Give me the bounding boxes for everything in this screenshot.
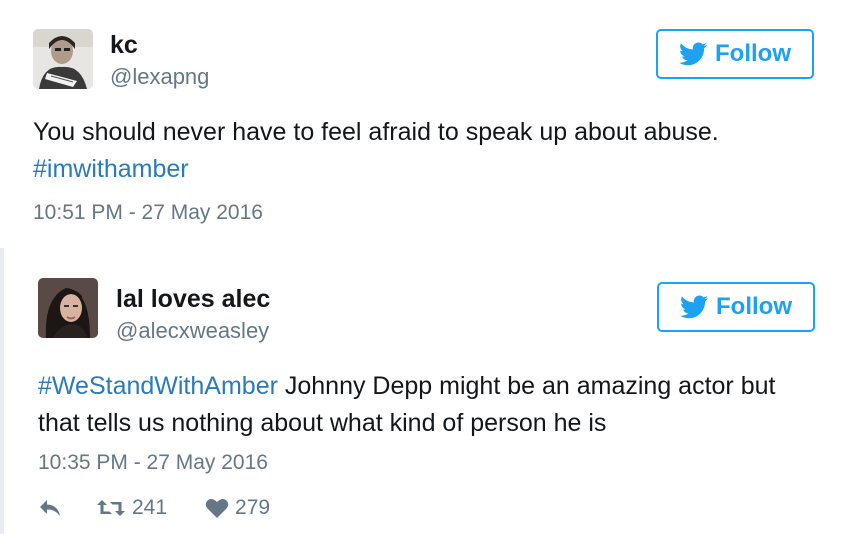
timestamp-link[interactable]: 10:35 PM - 27 May 2016 (38, 451, 268, 475)
heart-icon (205, 499, 229, 518)
like-count: 279 (235, 496, 271, 519)
avatar-photo (38, 278, 98, 338)
hashtag-link[interactable]: #imwithamber (33, 155, 189, 183)
display-name[interactable]: lal loves alec (116, 285, 270, 313)
tweet-embed: kc @lexapng Follow You should never have… (0, 0, 847, 248)
tweet-text-body: You should never have to feel afraid to … (33, 118, 719, 146)
follow-label: Follow (716, 293, 792, 320)
retweet-button[interactable]: 241 (96, 496, 167, 520)
follow-button[interactable]: Follow (657, 282, 815, 332)
user-handle[interactable]: @alecxweasley (116, 318, 269, 344)
avatar[interactable] (38, 278, 98, 338)
twitter-bird-icon (680, 295, 708, 319)
avatar-photo (33, 29, 93, 89)
like-button[interactable]: 279 (205, 496, 270, 520)
hashtag-link[interactable]: #WeStandWithAmber (38, 372, 278, 400)
tweet-text: You should never have to feel afraid to … (33, 114, 813, 188)
user-handle[interactable]: @lexapng (110, 64, 209, 90)
tweet-text: #WeStandWithAmber Johnny Depp might be a… (38, 368, 818, 442)
follow-button[interactable]: Follow (656, 29, 814, 79)
follow-label: Follow (715, 40, 791, 67)
avatar[interactable] (33, 29, 93, 89)
tweet-actions: 241 279 (38, 496, 270, 520)
retweet-icon (97, 500, 125, 516)
retweet-count: 241 (132, 496, 168, 519)
display-name[interactable]: kc (110, 31, 138, 59)
timestamp-link[interactable]: 10:51 PM - 27 May 2016 (33, 201, 263, 225)
tweet-embed: lal loves alec @alecxweasley Follow #WeS… (0, 248, 847, 534)
reply-button[interactable] (38, 498, 62, 518)
reply-icon (40, 500, 60, 516)
twitter-bird-icon (679, 42, 707, 66)
